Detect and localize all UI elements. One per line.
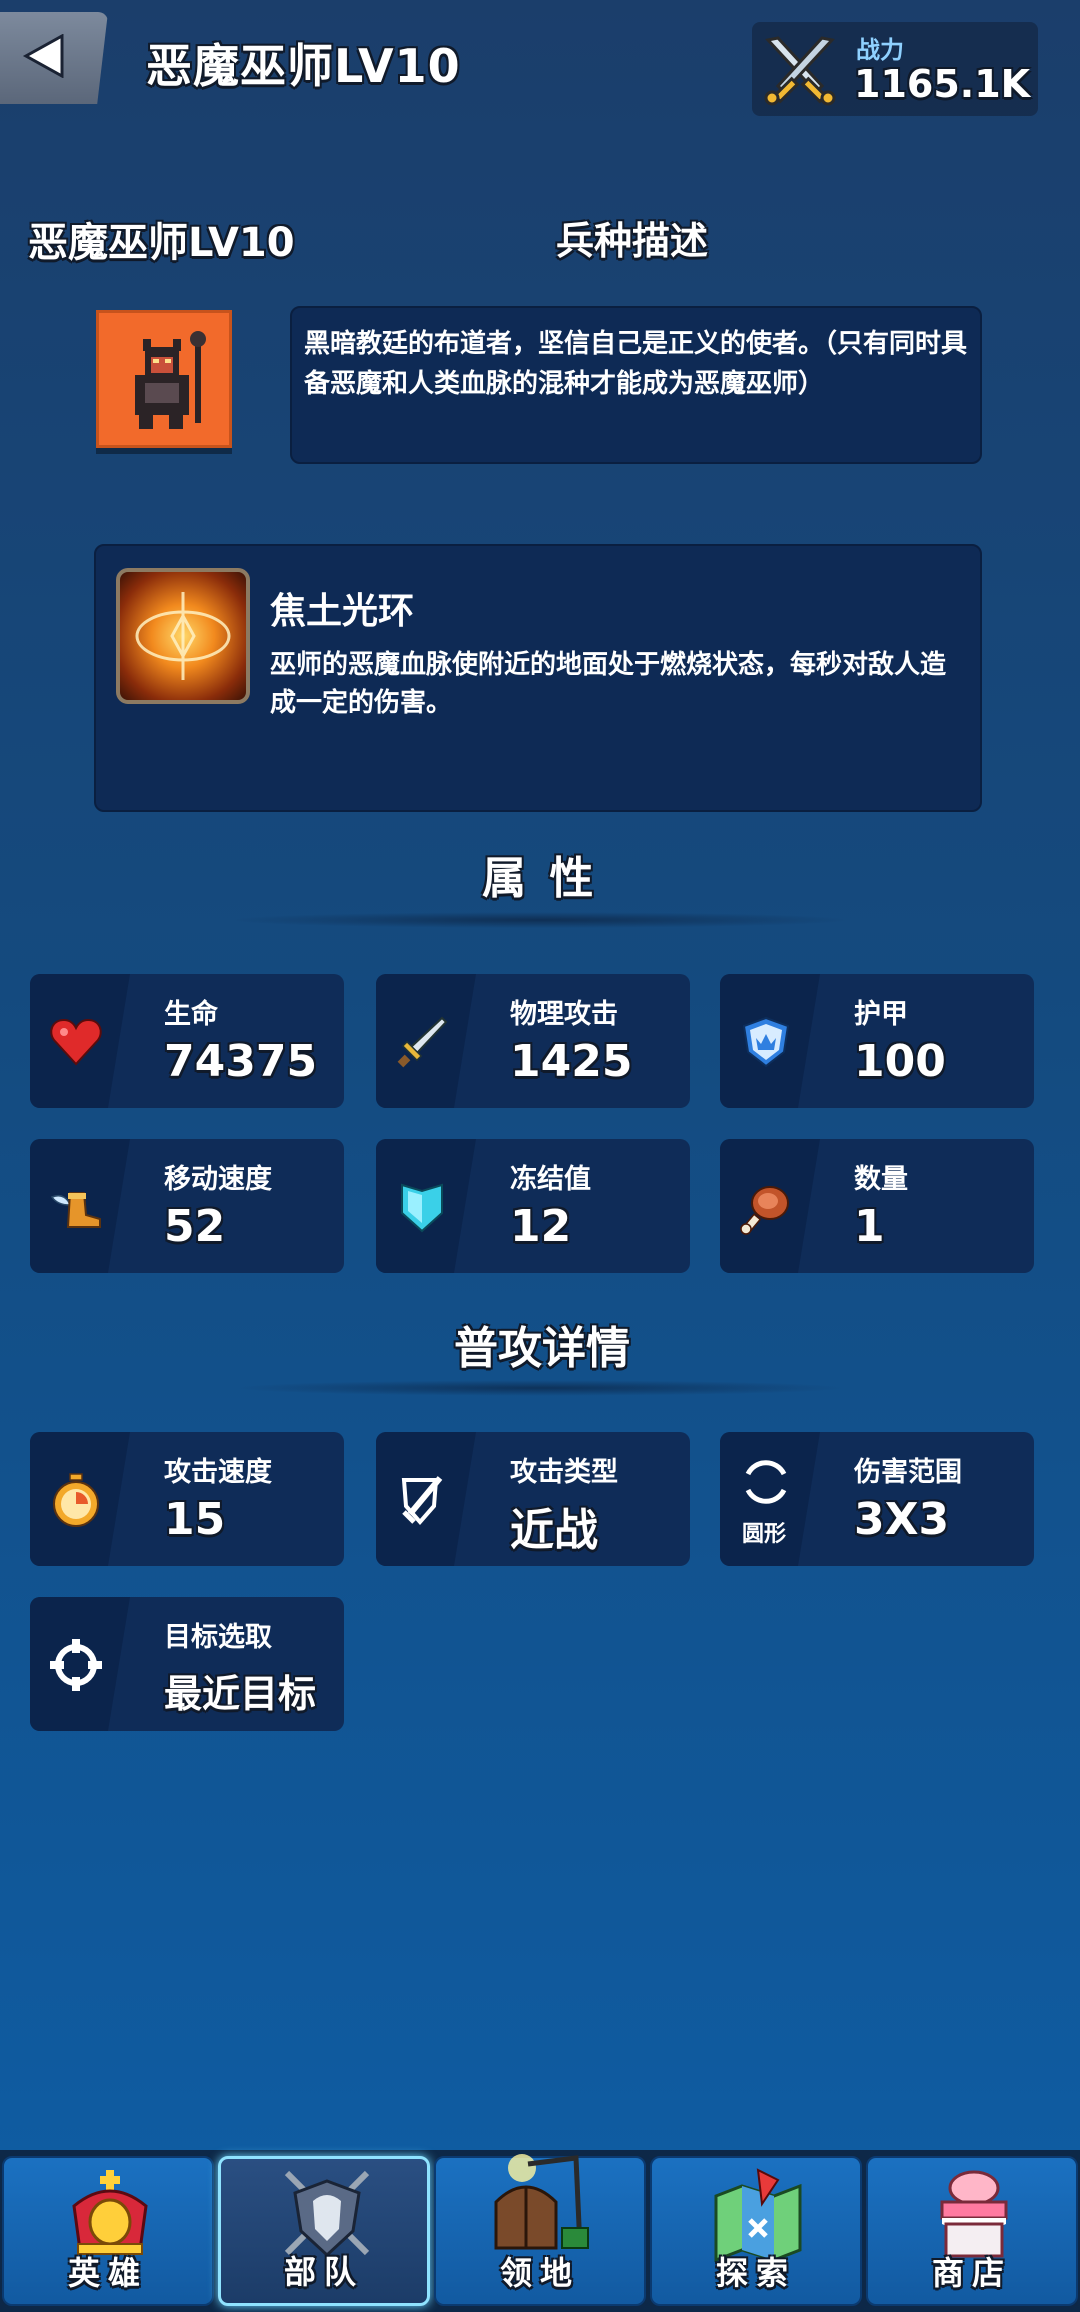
stat-value: 近战 [510, 1505, 598, 1556]
winged-boot-icon [50, 1192, 101, 1228]
attributes-title: 属 性 [482, 853, 598, 904]
stat-card-move-speed: 移动速度 52 [30, 1139, 344, 1273]
stat-value: 52 [164, 1201, 226, 1252]
stat-value: 15 [164, 1494, 226, 1545]
stat-label: 数量 [854, 1164, 908, 1195]
nav-tab-explore[interactable]: 探索 [650, 2156, 862, 2306]
nav-tab-heroes[interactable]: 英雄 [2, 2156, 214, 2306]
power-value: 1165.1K [854, 62, 1031, 106]
back-button[interactable] [0, 12, 108, 104]
skill-panel: 焦土光环 巫师的恶魔血脉使附近的地面处于燃烧状态，每秒对敌人造成一定的伤害。 [94, 544, 982, 812]
demon-wizard-icon [135, 331, 206, 429]
stat-label: 移动速度 [164, 1164, 272, 1195]
stat-value: 74375 [164, 1036, 318, 1087]
stopwatch-icon [53, 1473, 99, 1527]
skill-name: 焦土光环 [270, 591, 415, 632]
attack-details-title: 普攻详情 [454, 1323, 630, 1374]
page-title: 恶魔巫师LV10 [146, 39, 461, 93]
stat-label: 物理攻击 [510, 999, 618, 1030]
ice-shield-icon [401, 1183, 443, 1233]
heart-icon [50, 1018, 102, 1066]
scorched-earth-icon [116, 568, 250, 704]
range-shape-caption: 圆形 [742, 1522, 787, 1547]
unit-name: 恶魔巫师LV10 [28, 220, 295, 266]
stat-card-targeting: 目标选取 最近目标 [30, 1597, 344, 1731]
nav-label: 英雄 [67, 2254, 148, 2292]
crossed-swords-icon [764, 36, 836, 106]
unit-portrait [96, 310, 232, 448]
nav-tab-territory[interactable]: 领地 [434, 2154, 646, 2306]
stat-value: 100 [854, 1036, 946, 1087]
range-icon [745, 1460, 787, 1504]
attributes-divider [230, 912, 850, 928]
nav-label: 商店 [931, 2254, 1012, 2292]
meat-icon [740, 1186, 789, 1235]
stat-card-attack-speed: 攻击速度 15 [30, 1432, 344, 1566]
nav-tab-shop[interactable]: 商店 [866, 2156, 1078, 2306]
stat-value: 1 [854, 1201, 885, 1252]
power-panel: 战力 1165.1K [752, 22, 1038, 116]
stat-card-damage-range: 圆形 伤害范围 3X3 [720, 1432, 1034, 1566]
stat-card-quantity: 数量 1 [720, 1139, 1034, 1273]
stat-value: 最近目标 [164, 1672, 317, 1716]
attack-divider [230, 1380, 850, 1396]
power-label: 战力 [856, 36, 904, 64]
stat-card-attack: 物理攻击 1425 [376, 974, 690, 1108]
skill-description: 巫师的恶魔血脉使附近的地面处于燃烧状态，每秒对敌人造成一定的伤害。 [270, 650, 947, 718]
stat-card-attack-type: 攻击类型 近战 [376, 1432, 690, 1566]
nav-label: 部队 [283, 2253, 364, 2291]
stat-card-hp: 生命 74375 [30, 974, 344, 1108]
back-arrow-icon [22, 34, 64, 78]
stat-value: 1425 [510, 1036, 633, 1087]
stat-label: 生命 [164, 999, 218, 1030]
nav-label: 领地 [499, 2254, 580, 2292]
nav-label: 探索 [715, 2254, 796, 2292]
stat-card-freeze: 冻结值 12 [376, 1139, 690, 1273]
description-title: 兵种描述 [556, 219, 709, 263]
nav-tab-troops[interactable]: 部队 [218, 2156, 430, 2306]
sword-icon [397, 1016, 448, 1068]
unit-description: 黑暗教廷的布道者，坚信自己是正义的使者。（只有同时具备恶魔和人类血脉的混种才能成… [290, 306, 982, 464]
stat-card-armor: 护甲 100 [720, 974, 1034, 1108]
stat-label: 伤害范围 [854, 1457, 962, 1488]
stat-value: 3X3 [854, 1494, 950, 1545]
stat-label: 冻结值 [510, 1164, 591, 1195]
melee-icon [401, 1476, 443, 1526]
shield-crown-icon [742, 1016, 790, 1068]
target-icon [50, 1639, 102, 1691]
stat-label: 护甲 [854, 999, 908, 1030]
stat-value: 12 [510, 1201, 572, 1252]
stat-label: 攻击速度 [164, 1457, 272, 1488]
bottom-nav: 英雄 部队 领地 探索 商店 [0, 2150, 1080, 2312]
stat-label: 攻击类型 [510, 1457, 618, 1488]
stat-label: 目标选取 [164, 1622, 272, 1653]
